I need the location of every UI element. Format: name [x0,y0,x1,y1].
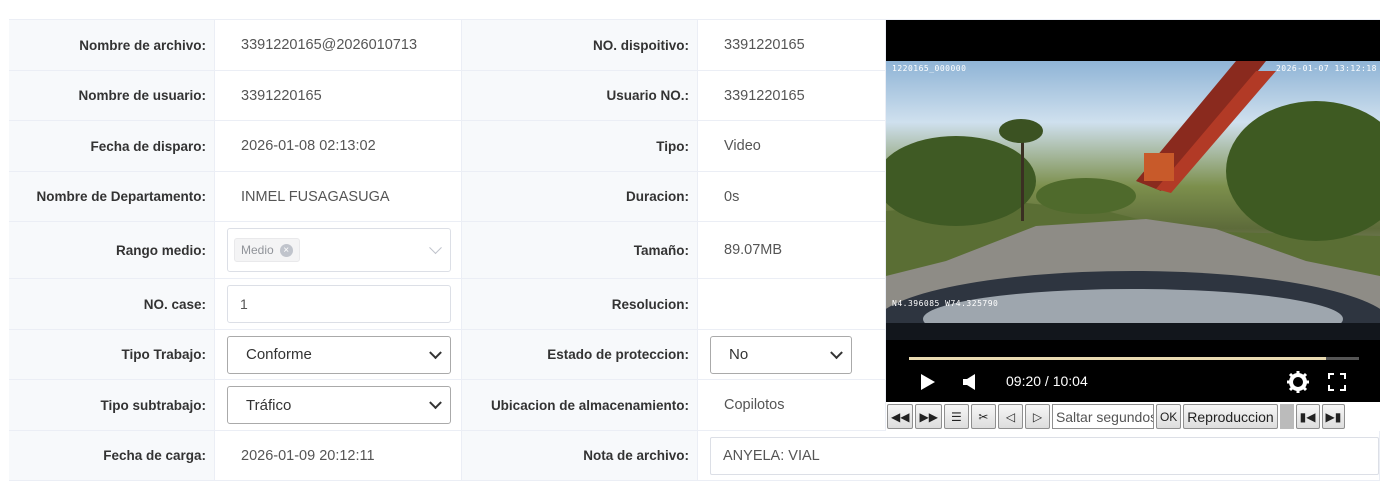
tag-close-icon[interactable]: × [279,243,293,257]
playback-button[interactable]: Reproduccion [1183,404,1278,429]
note-cell: ANYELA: VIAL [698,431,1380,481]
fullscreen-icon[interactable] [1328,373,1346,391]
upload-date-value: 2026-01-09 20:12:11 [215,431,462,481]
scissors-icon: ✂ [978,409,989,424]
note-text: ANYELA: VIAL [723,447,820,464]
resolution-label: Resolucion: [462,279,698,330]
duration-value: 0s [698,172,886,222]
note-label: Nota de archivo: [462,431,698,481]
progress-fill [909,357,1327,360]
case-no-label: NO. case: [9,279,215,330]
prev-frame-button[interactable]: ◁ [997,404,1023,429]
subwork-cell: Tráfico [215,380,462,431]
chevron-down-icon [429,396,442,410]
osd-gps: N4.396085 W74.325790 [892,299,999,308]
department-value: INMEL FUSAGASUGA [215,172,462,222]
chevron-down-icon [830,345,843,359]
protection-text: No [729,346,749,363]
size-label: Tamaño: [462,222,698,279]
range-label: Rango medio: [9,222,215,279]
osd-device-id: 1220165_000000 [892,64,967,73]
user-name-value: 3391220165 [215,71,462,121]
device-no-label: NO. dispoitivo: [462,20,698,71]
department-label: Nombre de Departamento: [9,172,215,222]
duration-label: Duracion: [462,172,698,222]
next-frame-button[interactable]: ▷ [1024,404,1050,429]
protection-label: Estado de proteccion: [462,330,698,380]
upload-date-label: Fecha de carga: [9,431,215,481]
work-type-text: Conforme [246,346,312,363]
subwork-text: Tráfico [246,396,292,414]
skip-start-icon: ▮◀ [1299,409,1316,424]
volume-icon[interactable] [963,373,977,391]
toolbar-separator [1279,404,1294,429]
fast-forward-icon: ▶▶ [919,409,938,424]
file-name-label: Nombre de archivo: [9,20,215,71]
user-no-label: Usuario NO.: [462,71,698,121]
storage-label: Ubicacion de almacenamiento: [462,380,698,431]
time-display: 09:20 / 10:04 [1006,373,1088,389]
osd-timestamp: 2026-01-07 13:12:18 [1275,64,1377,73]
trigger-date-label: Fecha de disparo: [9,121,215,172]
note-input[interactable]: ANYELA: VIAL [710,436,1379,475]
settings-gear-icon[interactable] [1287,371,1309,393]
range-tag-label: Medio [241,243,274,257]
playback-toolbar: ◀◀ ▶▶ ☰ ✂ ◁ ▷ Saltar segundos OK Reprodu… [886,402,1380,431]
size-value: 89.07MB [698,222,886,279]
clip-button[interactable]: ✂ [970,404,996,429]
progress-bar[interactable] [909,357,1359,360]
first-frame-button[interactable]: ▮◀ [1295,404,1320,429]
video-player[interactable]: 1220165_000000 2026-01-07 13:12:18 N4.39… [886,20,1380,402]
rewind-icon: ◀◀ [891,409,910,424]
case-no-cell: 1 [215,279,462,330]
list-icon: ☰ [951,409,962,424]
seek-ok-button[interactable]: OK [1155,404,1182,429]
user-name-label: Nombre de usuario: [9,71,215,121]
case-no-input[interactable]: 1 [227,285,451,323]
storage-value: Copilotos [698,380,886,431]
last-frame-button[interactable]: ▶▮ [1321,404,1346,429]
protection-select[interactable]: No [710,335,852,374]
chevron-down-icon [429,345,442,359]
subwork-label: Tipo subtrabajo: [9,380,215,431]
chevron-down-icon [429,241,442,255]
resolution-value [698,279,886,330]
protection-cell: No [698,330,886,380]
trigger-date-value: 2026-01-08 02:13:02 [215,121,462,172]
play-icon[interactable] [920,373,936,391]
video-controls: 09:20 / 10:04 [886,340,1380,402]
file-name-value: 3391220165@2026010713 [215,20,462,71]
seek-seconds-input[interactable]: Saltar segundos [1051,404,1154,429]
case-no-text: 1 [240,296,248,312]
device-no-value: 3391220165 [698,20,886,71]
video-frame: 1220165_000000 2026-01-07 13:12:18 N4.39… [886,61,1380,340]
type-value: Video [698,121,886,172]
work-type-cell: Conforme [215,330,462,380]
range-tag: Medio × [234,238,300,262]
fast-forward-button[interactable]: ▶▶ [915,404,942,429]
next-frame-icon: ▷ [1032,409,1043,424]
seek-seconds-placeholder: Saltar segundos [1055,408,1154,425]
skip-end-icon: ▶▮ [1325,409,1342,424]
list-button[interactable]: ☰ [943,404,969,429]
type-label: Tipo: [462,121,698,172]
range-cell: Medio × [215,222,462,279]
work-type-select[interactable]: Conforme [227,335,451,374]
rewind-button[interactable]: ◀◀ [887,404,914,429]
work-type-label: Tipo Trabajo: [9,330,215,380]
subwork-select[interactable]: Tráfico [227,386,451,424]
user-no-value: 3391220165 [698,71,886,121]
range-select[interactable]: Medio × [227,228,451,272]
prev-frame-icon: ◁ [1005,409,1016,424]
